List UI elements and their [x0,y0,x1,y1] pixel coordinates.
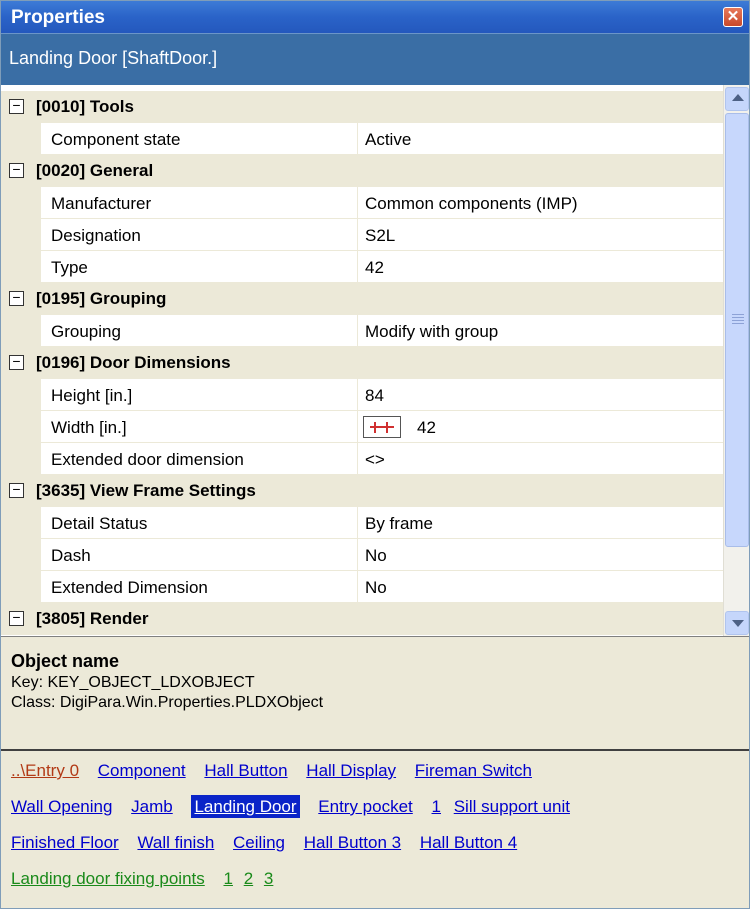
property-value[interactable]: Modify with group [365,322,498,342]
link-hall-button-4[interactable]: Hall Button 4 [420,833,517,852]
property-name: Component state [51,130,181,149]
property-name: Extended Dimension [51,578,208,597]
category-general[interactable]: − [0020] General [1,155,723,187]
category-label: [3635] View Frame Settings [36,481,256,500]
object-info-title: Object name [11,651,120,671]
link-finished-floor[interactable]: Finished Floor [11,833,119,852]
property-value[interactable]: Active [365,130,411,150]
dimension-edit-icon[interactable] [363,416,401,438]
collapse-icon[interactable]: − [9,98,24,114]
property-name: Extended door dimension [51,450,244,469]
link-parent-entry[interactable]: ..\Entry 0 [11,761,79,780]
close-icon[interactable]: ✕ [723,7,743,27]
properties-window: Properties ✕ Landing Door [ShaftDoor.] −… [0,0,750,909]
link-fixing-point-2[interactable]: 2 [244,869,253,888]
property-row[interactable]: Height [in.] 84 [1,379,723,411]
link-entry-pocket[interactable]: Entry pocket [318,797,413,816]
category-label: [0010] Tools [36,97,134,116]
link-landing-door[interactable]: Landing Door [191,795,300,818]
property-value[interactable]: No [365,578,387,598]
property-value[interactable]: 42 [365,258,384,278]
collapse-icon[interactable]: − [9,354,24,370]
property-row[interactable]: Dash No [1,539,723,571]
property-row[interactable]: Detail Status By frame [1,507,723,539]
link-sill-support-number[interactable]: 1 [432,797,441,816]
object-key: Key: KEY_OBJECT_LDXOBJECT [11,674,255,691]
window-title: Properties [11,7,105,28]
property-value[interactable]: <> [365,450,385,470]
property-value[interactable]: 84 [365,386,384,406]
property-row[interactable]: Designation S2L [1,219,723,251]
property-value[interactable]: Common components (IMP) [365,194,578,214]
link-fireman-switch[interactable]: Fireman Switch [415,761,532,780]
property-name: Designation [51,226,141,245]
collapse-icon[interactable]: − [9,610,24,626]
property-value[interactable]: By frame [365,514,433,534]
arrow-up-icon [732,94,744,101]
object-header: Landing Door [ShaftDoor.] [1,33,749,85]
category-tools[interactable]: − [0010] Tools [1,91,723,123]
category-grouping[interactable]: − [0195] Grouping [1,283,723,315]
link-fixing-point-3[interactable]: 3 [264,869,273,888]
object-header-label: Landing Door [ShaftDoor.] [9,48,218,68]
link-row: ..\Entry 0 Component Hall Button Hall Di… [11,761,749,797]
category-label: [0020] General [36,161,154,180]
link-row: Wall Opening Jamb Landing Door Entry poc… [11,795,749,833]
property-row[interactable]: Type 42 [1,251,723,283]
scroll-up-button[interactable] [725,87,749,111]
category-render[interactable]: − [3805] Render [1,603,723,635]
property-value[interactable]: S2L [365,226,395,246]
property-name: Type [51,258,88,277]
property-row[interactable]: Grouping Modify with group [1,315,723,347]
property-row[interactable]: Component state Active [1,123,723,155]
link-sill-support-unit[interactable]: Sill support unit [454,797,570,816]
link-wall-finish[interactable]: Wall finish [137,833,214,852]
link-jamb[interactable]: Jamb [131,797,173,816]
property-name: Dash [51,546,91,565]
property-name: Height [in.] [51,386,133,405]
link-row: Finished Floor Wall finish Ceiling Hall … [11,833,749,869]
link-fixing-point-1[interactable]: 1 [223,869,232,888]
link-row: Landing door fixing points 1 2 3 [11,869,749,905]
vertical-scrollbar[interactable] [723,85,749,636]
category-label: [0195] Grouping [36,289,167,308]
link-component[interactable]: Component [98,761,186,780]
property-name: Detail Status [51,514,148,533]
arrow-down-icon [732,620,744,627]
property-row[interactable]: Width [in.] 42 [1,411,723,443]
property-value[interactable]: 42 [417,418,436,438]
property-row[interactable]: Extended Dimension No [1,571,723,603]
link-fixing-points[interactable]: Landing door fixing points [11,869,205,888]
link-wall-opening[interactable]: Wall Opening [11,797,112,816]
property-grid: − [0010] Tools Component state Active − … [1,85,749,637]
property-name: Manufacturer [51,194,152,213]
collapse-icon[interactable]: − [9,482,24,498]
object-class: Class: DigiPara.Win.Properties.PLDXObjec… [11,694,324,711]
link-hall-button-3[interactable]: Hall Button 3 [304,833,401,852]
property-grid-rows: − [0010] Tools Component state Active − … [1,91,723,635]
object-info-panel: Object name Key: KEY_OBJECT_LDXOBJECT Cl… [1,637,749,749]
category-view-frame-settings[interactable]: − [3635] View Frame Settings [1,475,723,507]
category-label: [0196] Door Dimensions [36,353,231,372]
category-label: [3805] Render [36,609,149,628]
property-name: Grouping [51,322,121,341]
link-hall-button[interactable]: Hall Button [204,761,287,780]
category-door-dimensions[interactable]: − [0196] Door Dimensions [1,347,723,379]
property-name: Width [in.] [51,418,127,437]
scroll-down-button[interactable] [725,611,749,635]
property-row[interactable]: Manufacturer Common components (IMP) [1,187,723,219]
collapse-icon[interactable]: − [9,162,24,178]
link-ceiling[interactable]: Ceiling [233,833,285,852]
link-hall-display[interactable]: Hall Display [306,761,396,780]
property-value[interactable]: No [365,546,387,566]
collapse-icon[interactable]: − [9,290,24,306]
navigation-links: ..\Entry 0 Component Hall Button Hall Di… [1,749,749,908]
property-row[interactable]: Extended door dimension <> [1,443,723,475]
scroll-thumb[interactable] [725,113,749,547]
title-bar: Properties ✕ [1,1,749,33]
